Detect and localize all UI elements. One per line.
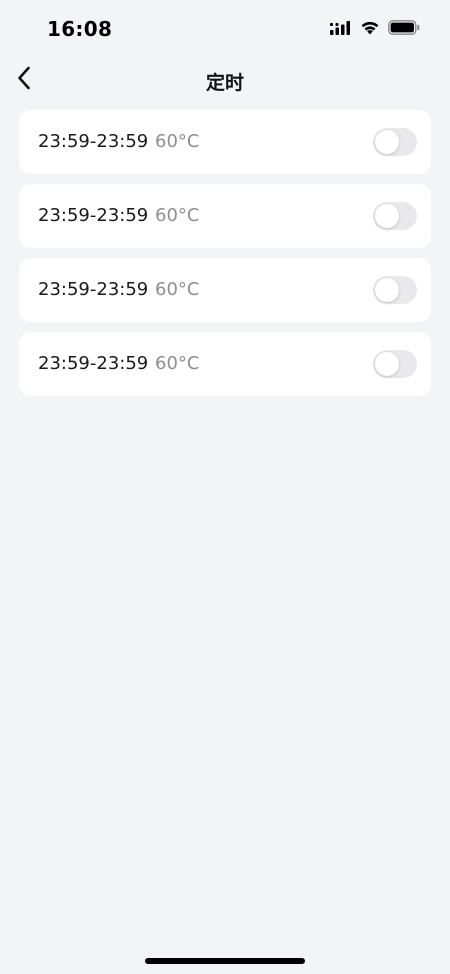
signal-icon [330,20,352,39]
timer-range: 23:59-23:59 [38,131,149,152]
status-time: 16:08 [47,17,113,41]
timer-temp: 60°C [155,131,200,152]
timer-card[interactable]: 23:59-23:59 60°C [19,110,431,174]
timer-range: 23:59-23:59 [38,205,149,226]
home-indicator[interactable] [145,958,305,964]
timer-toggle[interactable] [373,350,417,378]
status-icons [330,20,420,39]
timer-toggle[interactable] [373,128,417,156]
timer-temp: 60°C [155,353,200,374]
timer-card[interactable]: 23:59-23:59 60°C [19,184,431,248]
page-title: 定时 [205,72,244,94]
timer-temp: 60°C [155,279,200,300]
toggle-knob [375,278,399,302]
timer-card[interactable]: 23:59-23:59 60°C [19,332,431,396]
timer-range: 23:59-23:59 [38,353,149,374]
status-bar: 16:08 [0,0,450,58]
timer-temp: 60°C [155,205,200,226]
toggle-knob [375,130,399,154]
wifi-icon [360,20,380,39]
battery-icon [388,20,420,39]
timer-range: 23:59-23:59 [38,279,149,300]
toggle-knob [375,204,399,228]
timer-toggle[interactable] [373,202,417,230]
timer-list: 23:59-23:59 60°C 23:59-23:59 60°C 23:59-… [19,110,431,406]
timer-toggle[interactable] [373,276,417,304]
timer-card[interactable]: 23:59-23:59 60°C [19,258,431,322]
toggle-knob [375,352,399,376]
nav-bar: 定时 [0,58,450,102]
screen: 16:08 定时 23:59-23:59 60°C 23:59-23:59 60… [0,0,450,974]
